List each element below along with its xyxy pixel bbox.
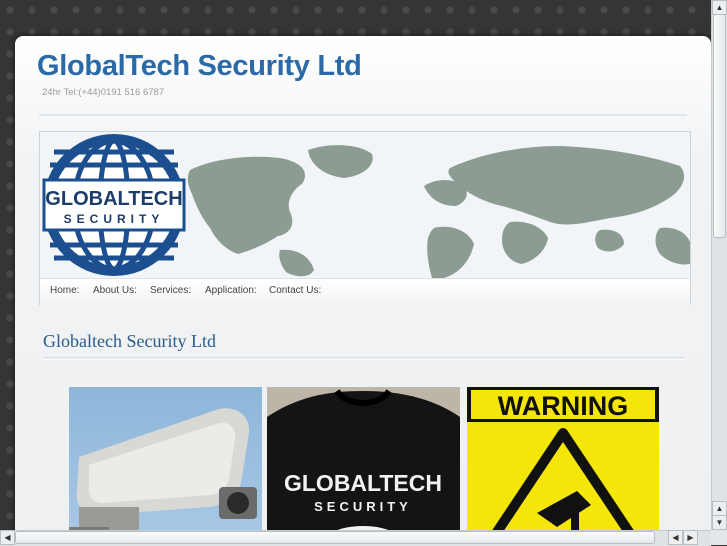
shirt-text-line1: GLOBALTECH [284,470,442,496]
shirt-text-line2: SECURITY [314,499,412,514]
nav-item-home[interactable]: Home: [50,285,79,296]
gallery-image-security-shirt[interactable]: GLOBALTECH SECURITY [267,387,460,536]
section-divider [43,357,685,358]
nav-item-contact-us[interactable]: Contact Us: [269,285,321,296]
telephone-text: 24hr Tel:(+44)0191 516 6787 [42,87,165,98]
vertical-scroll-thumb[interactable] [713,14,726,238]
nav-item-about-us[interactable]: About Us: [93,285,137,296]
banner-image: GLOBALTECH SECURITY [40,132,690,278]
header-banner: GLOBALTECH SECURITY Home: About Us: Serv… [39,131,691,305]
scroll-left-button[interactable]: ◀ [0,530,15,545]
warning-sign-graphic: WARNING [467,387,659,536]
section-divider-highlight [43,359,685,360]
nav-item-services[interactable]: Services: [150,285,191,296]
scroll-right-button[interactable]: ▶ [683,530,698,545]
logo-text-line2: SECURITY [64,212,165,226]
world-map-graphic: GLOBALTECH SECURITY [40,132,690,278]
gallery-image-cctv-camera[interactable] [69,387,262,536]
cctv-camera-graphic [69,408,257,536]
scroll-up-button[interactable]: ▲ [712,0,727,15]
website-page: GlobalTech Security Ltd 24hr Tel:(+44)01… [15,36,711,536]
nav-item-application[interactable]: Application: [205,285,257,296]
warning-text: WARNING [498,391,629,421]
gallery-image-warning-sign[interactable]: WARNING [467,387,659,536]
security-shirt-graphic: GLOBALTECH SECURITY [267,387,460,536]
section-heading: Globaltech Security Ltd [43,331,216,351]
main-navigation: Home: About Us: Services: Application: C… [40,278,690,305]
company-logo: GLOBALTECH SECURITY [42,134,186,276]
logo-text-line1: GLOBALTECH [45,188,182,210]
header-divider [39,114,687,116]
site-title[interactable]: GlobalTech Security Ltd [37,50,362,83]
scroll-up-button-lower[interactable]: ▲ [712,501,727,516]
scrollbar-corner [711,530,727,545]
scroll-left-button-right[interactable]: ◀ [668,530,683,545]
scroll-down-button[interactable]: ▼ [712,515,727,530]
horizontal-scroll-thumb[interactable] [15,531,655,544]
